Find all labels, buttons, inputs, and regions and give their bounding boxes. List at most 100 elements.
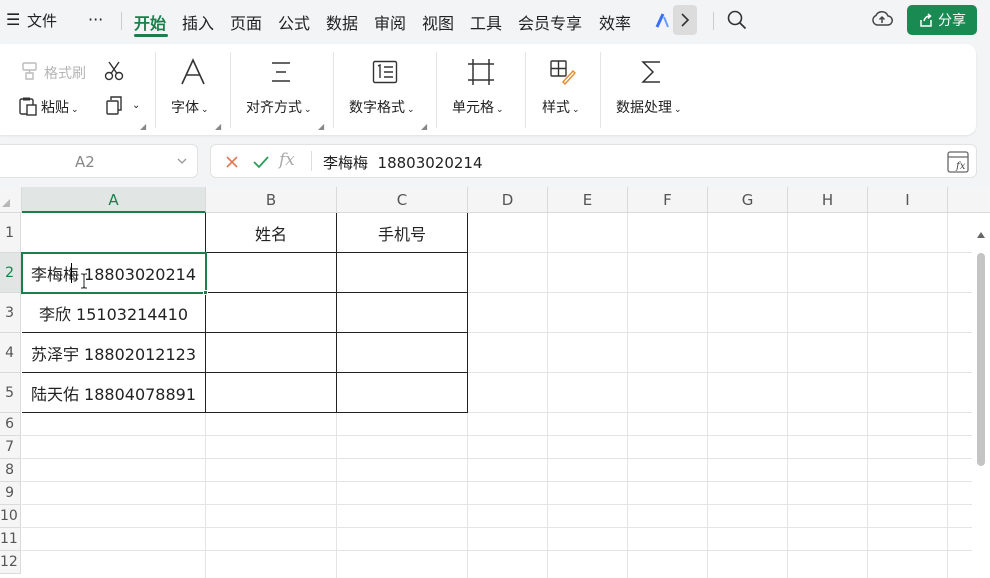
fill-handle[interactable] [203,290,208,295]
insert-function-button[interactable]: fx [279,150,295,170]
tab-tools[interactable]: 工具 [470,10,502,34]
cell-icon [468,59,494,85]
row-header-2[interactable]: 2 [0,253,21,293]
cut-icon[interactable] [103,60,125,82]
col-header-i[interactable]: I [868,187,948,213]
gridline [22,458,972,459]
gridline [22,435,972,436]
cell-a1[interactable] [22,213,205,252]
font-dialog-launcher-icon[interactable]: ◢ [215,122,221,131]
format-painter-button[interactable]: 格式刷 [44,63,86,83]
row-header-8[interactable]: 8 [0,459,21,482]
paste-button[interactable]: 粘贴 ⌄ [41,97,79,117]
scroll-up-arrow-icon[interactable] [977,232,985,238]
col-header-e[interactable]: E [548,187,628,213]
ribbon-divider [155,52,156,128]
tab-page[interactable]: 页面 [230,10,262,34]
tabs-scroll-right-button[interactable] [673,5,697,35]
style-button[interactable]: 样式 ⌄ [542,97,580,117]
row-header-3[interactable]: 3 [0,293,21,333]
chevron-down-icon: ⌄ [496,105,504,115]
number-format-button[interactable]: 数字格式 ⌄ [349,97,415,117]
cell-c3[interactable] [337,293,467,332]
cell-c1[interactable]: 手机号 [337,213,467,252]
tab-home[interactable]: 开始 [134,10,166,34]
name-box[interactable]: A2 [0,144,198,178]
col-header-j[interactable] [948,187,990,213]
select-all-corner[interactable] [0,187,22,213]
chevron-down-icon: ⌄ [304,105,312,115]
row-header-4[interactable]: 4 [0,333,21,373]
col-header-d[interactable]: D [468,187,548,213]
row-header-6[interactable]: 6 [0,413,21,436]
hamburger-menu-icon[interactable]: ☰ [6,10,20,29]
row-header-12[interactable]: 12 [0,551,21,574]
share-button[interactable]: 分享 [907,5,977,35]
copy-icon[interactable] [105,95,127,117]
clipboard-dialog-launcher-icon[interactable]: ◢ [140,122,146,131]
font-icon [181,58,205,85]
cancel-icon[interactable] [225,155,239,169]
cell-b5[interactable] [206,373,336,412]
cell-c2[interactable] [337,253,467,292]
menu-more[interactable]: ··· [88,10,103,29]
number-format-dialog-launcher-icon[interactable]: ◢ [421,122,427,131]
row-header-1[interactable]: 1 [0,213,21,253]
tab-review[interactable]: 审阅 [374,10,406,34]
col-header-h[interactable]: H [788,187,868,213]
share-label: 分享 [938,13,966,29]
style-icon [550,60,576,85]
cell-a4[interactable]: 苏泽宇 18802012123 [22,333,205,372]
cell-button[interactable]: 单元格 ⌄ [452,97,504,117]
tab-insert[interactable]: 插入 [182,10,214,34]
cell-b1[interactable]: 姓名 [206,213,336,252]
data-process-button[interactable]: 数据处理 ⌄ [616,97,682,117]
font-button[interactable]: 字体 ⌄ [171,97,209,117]
gridline [627,213,628,578]
svg-text:fx: fx [955,161,966,172]
row-header-10[interactable]: 10 [0,505,21,528]
tab-formula[interactable]: 公式 [278,10,310,34]
confirm-icon[interactable] [252,155,270,169]
search-icon[interactable] [727,10,747,30]
row-header-11[interactable]: 11 [0,528,21,551]
ribbon-divider [436,52,437,128]
paste-label: 粘贴 [41,100,69,116]
tab-member[interactable]: 会员专享 [518,10,582,34]
text-cursor [71,263,72,283]
vertical-scrollbar[interactable] [972,213,990,578]
copy-chevron-down-icon[interactable]: ⌄ [132,100,140,111]
menu-file[interactable]: 文件 [27,10,57,31]
cell-a3[interactable]: 李欣 15103214410 [22,293,205,332]
col-header-b[interactable]: B [206,187,337,213]
cell-a5[interactable]: 陆天佑 18804078891 [22,373,205,412]
gridline [22,504,972,505]
cloud-upload-icon[interactable] [871,9,893,29]
chevron-down-icon: ⌄ [572,105,580,115]
row-header-9[interactable]: 9 [0,482,21,505]
cell-c5[interactable] [337,373,467,412]
col-header-a[interactable]: A [22,187,206,213]
row-header-5[interactable]: 5 [0,373,21,413]
tab-efficiency[interactable]: 效率 [599,10,631,34]
row-header-7[interactable]: 7 [0,436,21,459]
align-icon [272,62,290,82]
name-box-chevron-down-icon[interactable] [177,158,187,166]
formula-input[interactable]: 李梅梅 18803020214 [323,152,483,173]
cell-b2[interactable] [206,253,336,292]
expand-formula-icon[interactable]: fx [947,151,969,173]
cell-c4[interactable] [337,333,467,372]
cell-b3[interactable] [206,293,336,332]
tab-data[interactable]: 数据 [326,10,358,34]
scrollbar-thumb[interactable] [977,253,985,466]
align-dialog-launcher-icon[interactable]: ◢ [318,122,324,131]
col-header-g[interactable]: G [708,187,788,213]
ribbon-toolbar: 格式刷 粘贴 ⌄ ⌄ ◢ 字体 ⌄ ◢ 对齐方式 ⌄ ◢ 数字格式 ⌄ ◢ 单元格 ⌄ [0,44,976,135]
ai-icon[interactable] [654,11,670,29]
col-header-c[interactable]: C [337,187,468,213]
chevron-down-icon: ⌄ [674,105,682,115]
tab-view[interactable]: 视图 [422,10,454,34]
align-button[interactable]: 对齐方式 ⌄ [246,97,312,117]
col-header-f[interactable]: F [628,187,708,213]
cell-b4[interactable] [206,333,336,372]
